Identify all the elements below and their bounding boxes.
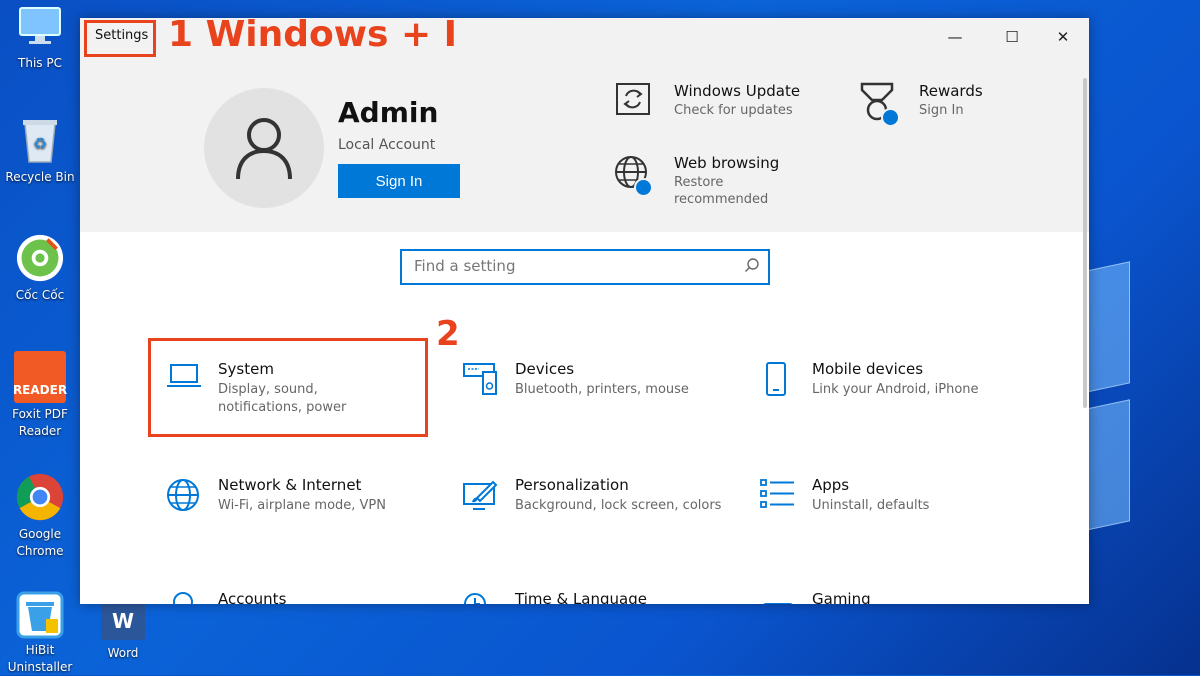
category-desc: Bluetooth, printers, mouse [515, 382, 689, 397]
desktop-icon-label: Cốc Cốc [15, 288, 65, 302]
category-desc: Link your Android, iPhone [812, 382, 979, 397]
phone-icon [760, 360, 812, 399]
category-mobile-devices[interactable]: Mobile devices Link your Android, iPhone [760, 360, 1030, 399]
category-time-language[interactable]: Time & Language [463, 590, 733, 604]
search-icon [744, 257, 760, 277]
list-icon [760, 476, 812, 515]
category-desc: Wi-Fi, airplane mode, VPN [218, 498, 386, 513]
category-personalization[interactable]: Personalization Background, lock screen,… [463, 476, 733, 515]
foxit-badge-text: READER [12, 383, 68, 397]
minimize-button[interactable]: — [940, 26, 970, 48]
desktop-icon-label: Recycle Bin [5, 170, 75, 184]
quick-link-title: Web browsing [674, 154, 780, 172]
notification-dot [881, 108, 900, 127]
annotation-box-system [148, 338, 428, 437]
globe-icon [610, 154, 656, 200]
category-title: Accounts [218, 590, 287, 604]
desktop-icon-recycle-bin[interactable]: ♻ Recycle Bin [5, 114, 75, 184]
desktop-icon-chrome[interactable]: Google Chrome [5, 470, 75, 560]
svg-text:♻: ♻ [33, 134, 47, 153]
close-button[interactable]: ✕ [1048, 26, 1078, 48]
gamepad-icon [760, 590, 812, 604]
category-title: Apps [812, 476, 850, 494]
desktop-icon-label: This PC [18, 56, 62, 70]
account-name: Admin [338, 96, 439, 129]
category-title: Personalization [515, 476, 629, 494]
category-desc: Background, lock screen, colors [515, 498, 722, 513]
settings-window: Settings — ☐ ✕ Admin Local Account Sign … [80, 18, 1089, 604]
desktop-icon-hibit[interactable]: HiBit Uninstaller [5, 590, 75, 676]
category-title: Time & Language [515, 590, 647, 604]
quick-link-subtitle: Check for updates [674, 103, 793, 118]
person-icon [166, 590, 218, 604]
account-header: Admin Local Account Sign In Windows Upda… [80, 54, 1089, 232]
category-title: Gaming [812, 590, 871, 604]
desktop-icon-label: Google Chrome [16, 527, 64, 558]
avatar[interactable] [204, 88, 324, 208]
chrome-icon [16, 470, 64, 524]
category-title: Mobile devices [812, 360, 924, 378]
quick-link-subtitle: Sign In [919, 103, 964, 118]
sync-icon [610, 82, 656, 128]
desktop-icon-label: Word [107, 646, 139, 660]
desktop-icon-label: Foxit PDF Reader [12, 407, 68, 438]
annotation-box-settings-title [84, 20, 156, 57]
category-accounts[interactable]: Accounts [166, 590, 436, 604]
search-box[interactable] [400, 249, 770, 285]
desktop-icon-this-pc[interactable]: This PC [5, 0, 75, 70]
desktop-icon-label: HiBit Uninstaller [7, 643, 73, 674]
category-devices[interactable]: Devices Bluetooth, printers, mouse [463, 360, 733, 399]
annotation-step-1: 1 Windows + I [168, 14, 458, 55]
paint-icon [463, 476, 515, 515]
quick-link-windows-update[interactable]: Windows Update Check for updates [610, 82, 800, 128]
keyboard-speaker-icon [463, 360, 515, 399]
sign-in-button[interactable]: Sign In [338, 164, 460, 198]
quick-link-web-browsing[interactable]: Web browsing Restore recommended [610, 154, 784, 208]
category-desc: Uninstall, defaults [812, 498, 930, 513]
monitor-icon [16, 0, 64, 52]
account-type: Local Account [338, 137, 436, 153]
recycle-bin-icon: ♻ [16, 114, 64, 166]
quick-link-title: Windows Update [674, 82, 801, 100]
quick-link-rewards[interactable]: Rewards Sign In [855, 82, 983, 128]
user-icon [236, 118, 292, 180]
category-gaming[interactable]: Gaming [760, 590, 1030, 604]
category-apps[interactable]: Apps Uninstall, defaults [760, 476, 1030, 515]
medal-icon [855, 82, 901, 128]
quick-link-subtitle: Restore recommended [674, 175, 769, 207]
hibit-uninstaller-icon [16, 590, 64, 640]
category-network-internet[interactable]: Network & Internet Wi-Fi, airplane mode,… [166, 476, 436, 515]
foxit-reader-icon: READER [12, 350, 68, 404]
desktop-icon-word[interactable]: W Word [88, 600, 158, 660]
category-title: Network & Internet [218, 476, 362, 494]
word-icon: W [99, 600, 147, 642]
notification-dot [634, 178, 653, 197]
quick-link-title: Rewards [919, 82, 983, 100]
annotation-step-2: 2 [436, 314, 460, 354]
clock-icon [463, 590, 515, 604]
maximize-button[interactable]: ☐ [997, 26, 1027, 48]
coccoc-browser-icon [16, 232, 64, 284]
desktop-icon-coc-coc[interactable]: Cốc Cốc [5, 232, 75, 302]
desktop-icon-foxit[interactable]: READER Foxit PDF Reader [5, 350, 75, 440]
word-badge-text: W [111, 609, 135, 633]
category-title: Devices [515, 360, 575, 378]
globe-icon [166, 476, 218, 515]
vertical-scrollbar[interactable] [1083, 78, 1087, 408]
search-input[interactable] [412, 251, 736, 281]
